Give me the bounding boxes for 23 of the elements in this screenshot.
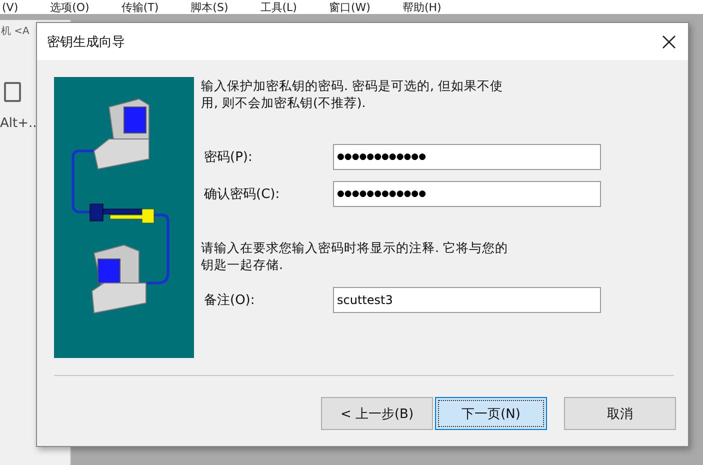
field-label: 备注(O): (203, 292, 256, 309)
field-label: 确认密码(C): (203, 186, 281, 203)
input-field[interactable]: ●●●●●●●●●●●● (333, 144, 601, 170)
tab-label[interactable]: 机 <A (1, 24, 30, 38)
field-label: 密码(P): (203, 149, 254, 166)
menu-item[interactable]: 帮助(H) (402, 0, 442, 14)
menu-item[interactable]: 传输(T) (121, 0, 159, 14)
menu-item[interactable]: (V) (2, 0, 18, 14)
menu-item[interactable]: 窗口(W) (328, 0, 370, 14)
menu-item[interactable]: 脚本(S) (190, 0, 228, 14)
instruction-text: 请输入在要求您输入密码时将显示的注释. 它将与您的钥匙一起存储. (201, 239, 509, 273)
instruction-text: 输入保护加密私钥的密码. 密码是可选的, 但如果不使用, 则不会加密私钥(不推荐). (201, 77, 504, 111)
menu-item[interactable]: 选项(O) (50, 0, 90, 14)
menu-item[interactable]: 工具(L) (260, 0, 297, 14)
input-field[interactable]: ●●●●●●●●●●●● (333, 181, 601, 207)
shortcut-text: Alt+.. (0, 116, 37, 131)
clipboard-icon[interactable] (4, 82, 21, 102)
wizard-button[interactable]: 取消 (564, 397, 676, 430)
wizard-button[interactable]: 下一页(N) (435, 397, 547, 430)
window-title: 密钥生成向导 (47, 34, 125, 50)
close-icon[interactable] (662, 34, 676, 48)
input-field[interactable]: scuttest3 (333, 287, 601, 313)
wizard-button[interactable]: < 上一步(B) (321, 397, 433, 430)
